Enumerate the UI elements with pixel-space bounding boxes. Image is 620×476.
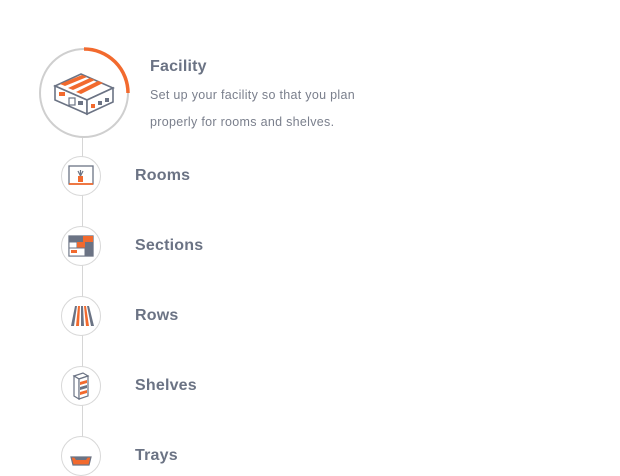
- shelves-icon: [72, 372, 90, 400]
- step-facility-description: Set up your facility so that you plan pr…: [150, 88, 355, 129]
- step-trays-indicator[interactable]: [61, 436, 101, 476]
- step-shelves-label[interactable]: Shelves: [135, 377, 197, 395]
- step-sections-indicator[interactable]: [61, 226, 101, 266]
- step-facility-title[interactable]: Facility: [150, 58, 207, 76]
- step-rows-label[interactable]: Rows: [135, 307, 178, 325]
- step-sections-label[interactable]: Sections: [135, 237, 203, 255]
- step-trays-label[interactable]: Trays: [135, 447, 178, 465]
- facility-icon: [53, 73, 115, 116]
- step-rooms-label[interactable]: Rooms: [135, 167, 190, 185]
- tray-icon: [70, 456, 92, 466]
- step-rooms-indicator[interactable]: [61, 156, 101, 196]
- step-shelves-indicator[interactable]: [61, 366, 101, 406]
- rows-icon: [71, 306, 94, 326]
- room-icon: [68, 165, 94, 185]
- step-rows-indicator[interactable]: [61, 296, 101, 336]
- sections-icon: [68, 235, 94, 257]
- step-facility-indicator[interactable]: [37, 46, 131, 140]
